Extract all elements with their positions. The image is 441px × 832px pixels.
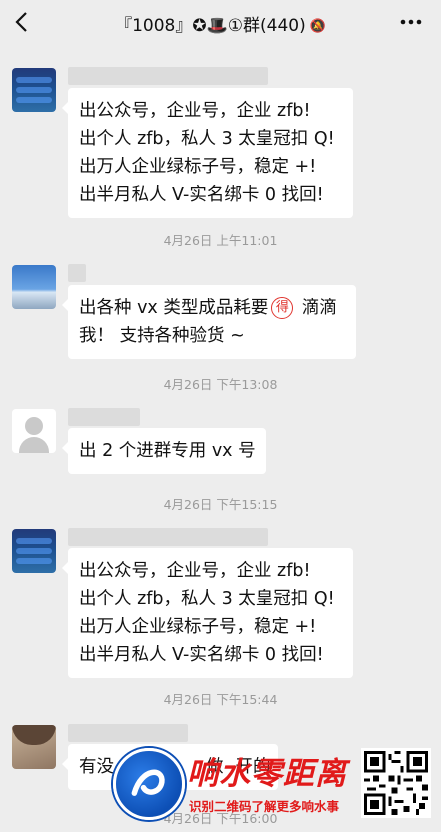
avatar[interactable]	[12, 529, 56, 573]
chat-title-text: 『1008』✪🎩①群(440)	[115, 16, 306, 36]
message-text: 滴滴	[296, 298, 337, 318]
message-timestamp: 4月26日 上午11:01	[163, 233, 278, 248]
message-timestamp: 4月26日 下午13:08	[163, 377, 278, 392]
de-emoji-icon: 得	[271, 297, 294, 319]
message-timestamp: 4月26日 下午15:15	[163, 497, 278, 512]
message-line: 出公众号，企业号，企业 zfb!	[79, 101, 311, 121]
message-bubble[interactable]: 出公众号，企业号，企业 zfb! 出个人 zfb，私人 3 太皇冠扣 Q! 出万…	[62, 88, 353, 218]
sender-name-blurred	[68, 528, 268, 546]
message-line: 我！ 支持各种验货 ~	[79, 326, 245, 346]
message-line: 出万人企业绿标子号，稳定 +!	[79, 157, 317, 177]
message-text: 出各种 vx 类型成品耗要	[79, 298, 269, 318]
avatar[interactable]	[12, 725, 56, 769]
message-line: 出半月私人 V-实名绑卡 0 找回!	[79, 645, 324, 665]
message-line: 出各种 vx 类型成品耗要得 滴滴	[79, 294, 345, 322]
avatar[interactable]	[12, 68, 56, 112]
watermark-subtitle: 识别二维码了解更多响水事	[189, 799, 340, 814]
sender-name-blurred	[68, 724, 188, 742]
bell-off-icon: 🔕	[309, 19, 326, 34]
swirl-logo-icon	[113, 748, 185, 820]
avatar[interactable]	[12, 265, 56, 309]
sender-name-blurred	[68, 67, 268, 85]
message-line: 出个人 zfb，私人 3 太皇冠扣 Q!	[79, 589, 335, 609]
qr-code-icon	[361, 748, 431, 818]
message-line: 出 2 个进群专用 vx 号	[79, 441, 256, 461]
watermark-title: 响水零距离	[187, 756, 347, 792]
message-line: 出万人企业绿标子号，稳定 +!	[79, 617, 317, 637]
message-line: 出公众号，企业号，企业 zfb!	[79, 561, 311, 581]
sender-name-blurred	[68, 408, 140, 426]
chat-title: 『1008』✪🎩①群(440) 🔕	[0, 11, 441, 36]
sender-name-blurred	[68, 264, 86, 282]
message-bubble[interactable]: 出各种 vx 类型成品耗要得 滴滴 我！ 支持各种验货 ~	[62, 285, 356, 359]
message-line: 出个人 zfb，私人 3 太皇冠扣 Q!	[79, 129, 335, 149]
message-text: 有没	[79, 757, 114, 777]
message-line: 出半月私人 V-实名绑卡 0 找回!	[79, 185, 324, 205]
message-timestamp: 4月26日 下午15:44	[163, 692, 278, 707]
more-dots-icon[interactable]	[399, 12, 423, 32]
chat-header: 『1008』✪🎩①群(440) 🔕	[0, 0, 441, 44]
message-bubble[interactable]: 出 2 个进群专用 vx 号	[62, 428, 266, 474]
message-bubble[interactable]: 出公众号，企业号，企业 zfb! 出个人 zfb，私人 3 太皇冠扣 Q! 出万…	[62, 548, 353, 678]
default-avatar[interactable]	[12, 409, 56, 453]
